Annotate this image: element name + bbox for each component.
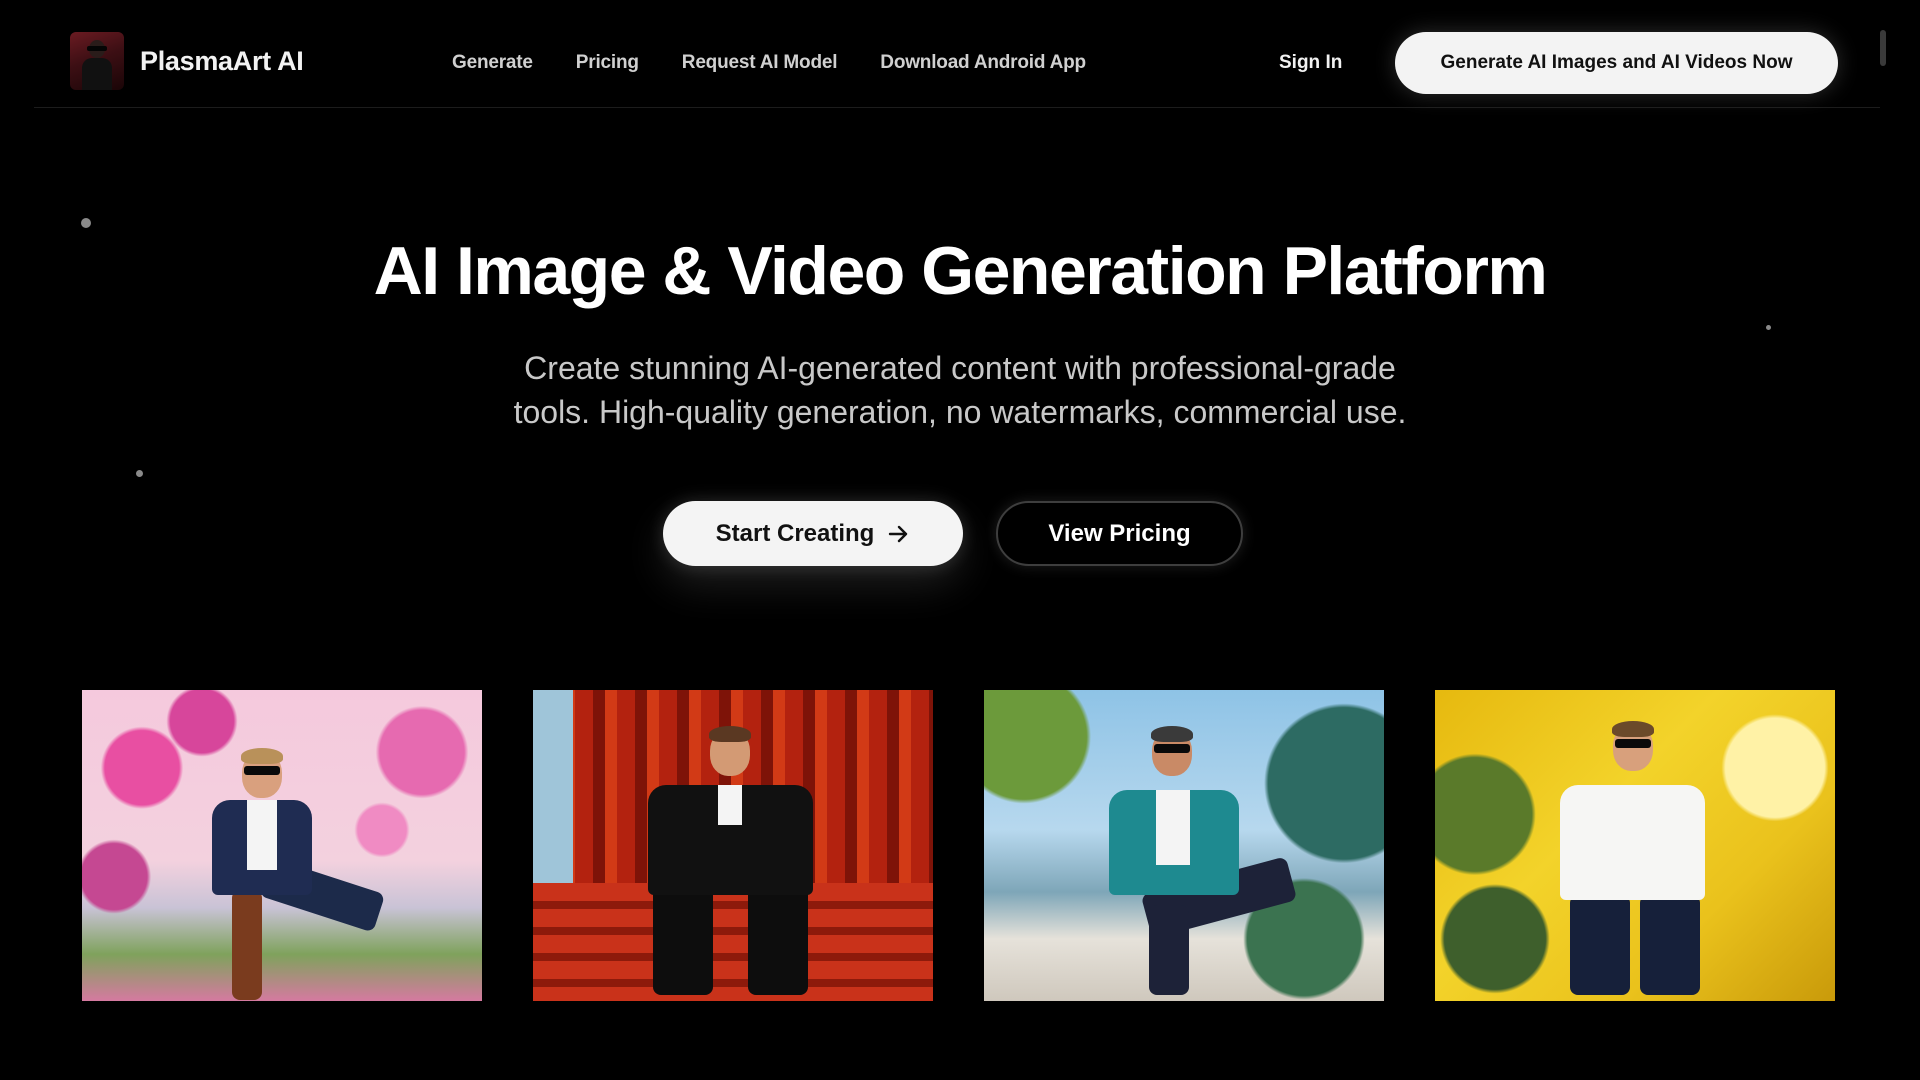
- decorative-dot: [81, 218, 91, 228]
- nav-download-android-app[interactable]: Download Android App: [880, 52, 1086, 74]
- gallery-image-pink-blossom[interactable]: [82, 690, 482, 1001]
- hero-subtitle-line-1: Create stunning AI-generated content wit…: [524, 350, 1396, 386]
- hero-title: AI Image & Video Generation Platform: [373, 233, 1548, 309]
- gallery-image-red-curtain[interactable]: [533, 690, 933, 1001]
- view-pricing-button[interactable]: View Pricing: [996, 501, 1243, 566]
- arrow-right-icon: [889, 525, 908, 542]
- gallery-image-yellow-abstract[interactable]: [1435, 690, 1835, 1001]
- hero-subtitle: Create stunning AI-generated content wit…: [440, 346, 1480, 434]
- brand[interactable]: PlasmaArt AI: [70, 32, 304, 90]
- site-header: PlasmaArt AI Generate Pricing Request AI…: [34, 0, 1880, 108]
- brand-name: PlasmaArt AI: [140, 45, 304, 76]
- nav-generate[interactable]: Generate: [452, 52, 533, 74]
- decorative-dot: [136, 470, 143, 477]
- nav-request-ai-model[interactable]: Request AI Model: [682, 52, 838, 74]
- decorative-dot: [1766, 325, 1771, 330]
- hero-subtitle-line-2: tools. High-quality generation, no water…: [513, 394, 1407, 430]
- main-nav: Generate Pricing Request AI Model Downlo…: [452, 52, 1086, 74]
- landing-page: PlasmaArt AI Generate Pricing Request AI…: [0, 0, 1920, 1080]
- nav-pricing[interactable]: Pricing: [576, 52, 639, 74]
- scrollbar-thumb[interactable]: [1880, 30, 1886, 66]
- sign-in-link[interactable]: Sign In: [1279, 52, 1342, 74]
- start-creating-button[interactable]: Start Creating: [663, 501, 963, 566]
- gallery: [82, 690, 1838, 1001]
- gallery-image-blue-garden[interactable]: [984, 690, 1384, 1001]
- start-creating-label: Start Creating: [715, 519, 875, 547]
- brand-logo-icon: [70, 32, 124, 90]
- generate-now-button[interactable]: Generate AI Images and AI Videos Now: [1395, 32, 1838, 94]
